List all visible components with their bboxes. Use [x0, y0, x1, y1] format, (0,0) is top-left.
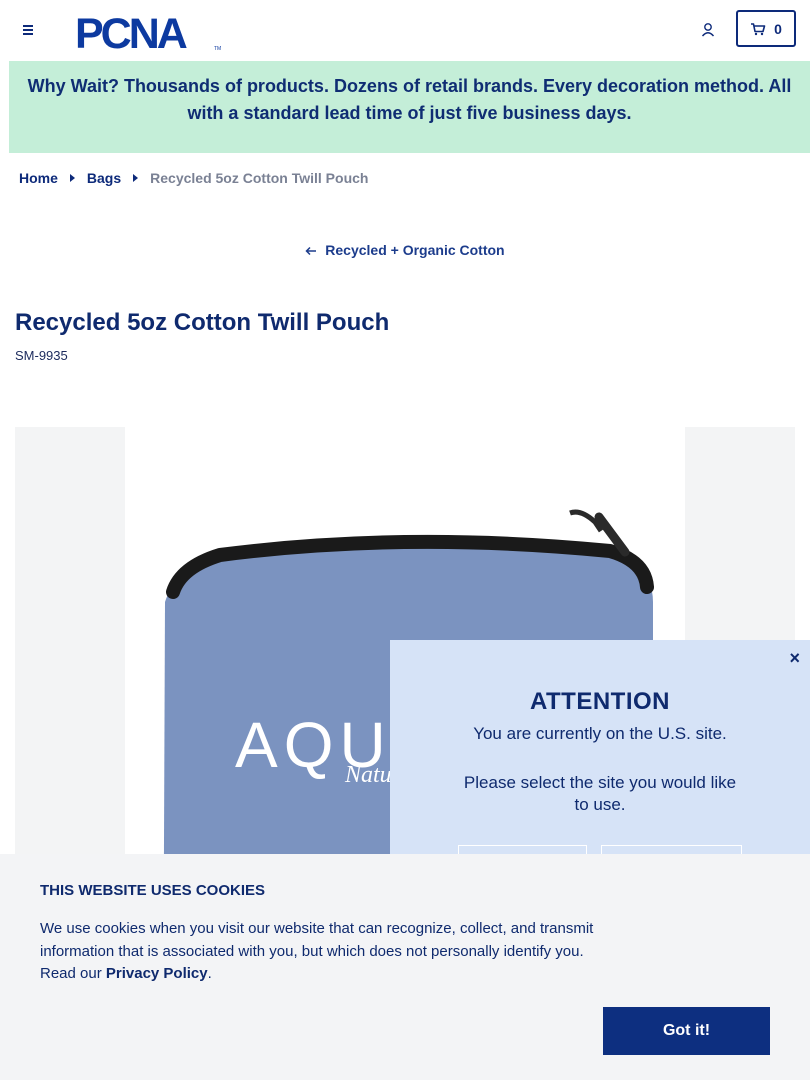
cart-icon	[751, 22, 766, 35]
breadcrumb-bags[interactable]: Bags	[87, 170, 121, 186]
site-select-dialog: × ATTENTION You are currently on the U.S…	[390, 640, 810, 875]
attention-title: ATTENTION	[529, 688, 671, 715]
logo-text: PCNA	[75, 10, 187, 52]
cookie-text: We use cookies when you visit our websit…	[40, 918, 600, 986]
cookie-period: .	[207, 965, 212, 982]
got-it-button[interactable]: Got it!	[603, 1007, 770, 1055]
breadcrumb-arrow-icon	[69, 174, 75, 182]
user-account-icon[interactable]	[698, 20, 718, 40]
hamburger-menu-icon[interactable]	[19, 22, 37, 38]
imprint-sub: Natu	[344, 762, 392, 788]
product-sku: SM-9935	[15, 348, 68, 363]
attention-instruction: Please select the site you would like to…	[463, 773, 737, 814]
privacy-policy-link[interactable]: Privacy Policy	[106, 965, 208, 982]
pcna-logo[interactable]: PCNA TM	[75, 10, 225, 52]
attention-current-site: You are currently on the U.S. site.	[473, 724, 727, 743]
logo-tm: TM	[214, 46, 221, 52]
close-icon[interactable]: ×	[789, 648, 800, 669]
breadcrumb-current: Recycled 5oz Cotton Twill Pouch	[150, 170, 369, 186]
cart-count: 0	[774, 20, 782, 37]
back-link-label[interactable]: Recycled + Organic Cotton	[325, 242, 504, 258]
cookie-banner: THIS WEBSITE USES COOKIES We use cookies…	[0, 854, 810, 1080]
breadcrumb: Home Bags Recycled 5oz Cotton Twill Pouc…	[19, 170, 368, 186]
arrow-left-icon[interactable]	[305, 246, 317, 256]
product-title: Recycled 5oz Cotton Twill Pouch	[15, 309, 390, 336]
site-header: PCNA TM 0	[0, 0, 810, 60]
breadcrumb-arrow-icon	[133, 174, 139, 182]
cookie-title: THIS WEBSITE USES COOKIES	[40, 882, 266, 899]
cart-button[interactable]: 0	[736, 10, 796, 47]
back-to-category: Recycled + Organic Cotton	[0, 242, 810, 258]
promo-text: Why Wait? Thousands of products. Dozens …	[27, 76, 792, 123]
promo-banner: Why Wait? Thousands of products. Dozens …	[9, 61, 810, 153]
breadcrumb-home[interactable]: Home	[19, 170, 58, 186]
